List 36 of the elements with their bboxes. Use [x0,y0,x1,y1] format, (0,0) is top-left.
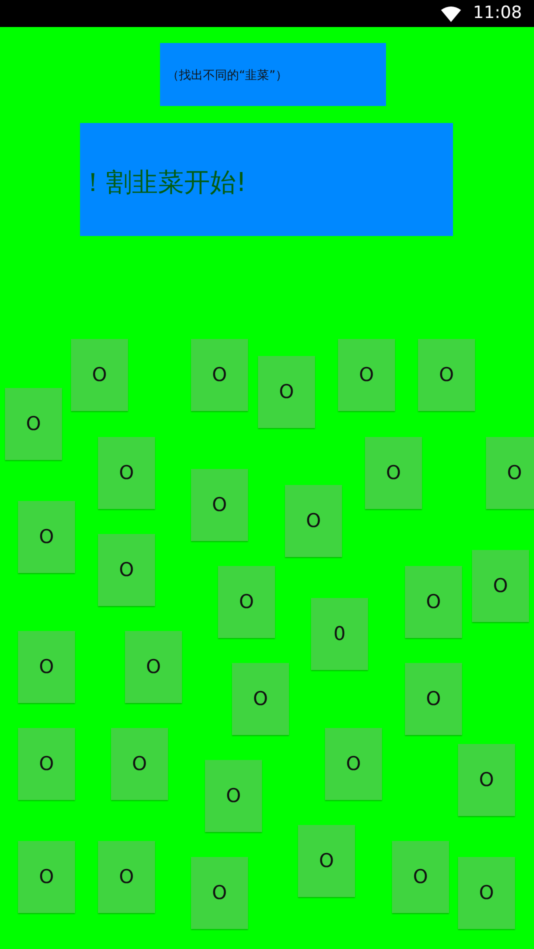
leek-tile[interactable]: O [365,437,422,509]
wifi-icon [441,6,461,22]
leek-tile[interactable]: O [191,339,248,411]
leek-tile[interactable]: O [285,485,342,557]
headline-text: ！割韭菜开始! [80,167,246,200]
leek-tile[interactable]: O [258,356,315,428]
leek-tile[interactable]: O [232,663,289,735]
leek-tile[interactable]: O [191,469,248,541]
leek-tile[interactable]: O [405,566,462,638]
leek-tile[interactable]: O [18,728,75,800]
leek-tile[interactable]: O [18,501,75,573]
leek-tile[interactable]: O [18,841,75,913]
leek-tile[interactable]: O [125,631,182,703]
leek-tile[interactable]: O [298,825,355,897]
leek-tile[interactable]: 0 [311,598,368,670]
leek-tile[interactable]: O [458,857,515,929]
leek-tile[interactable]: O [71,339,128,411]
leek-tile[interactable]: O [472,550,529,622]
leek-tile[interactable]: O [338,339,395,411]
leek-tile[interactable]: O [486,437,534,509]
leek-tile[interactable]: O [111,728,168,800]
leek-tile[interactable]: O [218,566,275,638]
leek-tile[interactable]: O [98,534,155,606]
leek-tile[interactable]: O [418,339,475,411]
hint-text: （找出不同的“韭菜”） [167,66,288,84]
leek-tile[interactable]: O [5,388,62,460]
leek-tile[interactable]: O [191,857,248,929]
leek-tile[interactable]: O [392,841,449,913]
leek-tile[interactable]: O [98,841,155,913]
leek-tile[interactable]: O [18,631,75,703]
leek-tile[interactable]: O [205,760,262,832]
leek-tile[interactable]: O [405,663,462,735]
status-time: 11:08 [473,2,522,25]
leek-tile[interactable]: O [325,728,382,800]
leek-tile[interactable]: O [458,744,515,816]
leek-tile[interactable]: O [98,437,155,509]
